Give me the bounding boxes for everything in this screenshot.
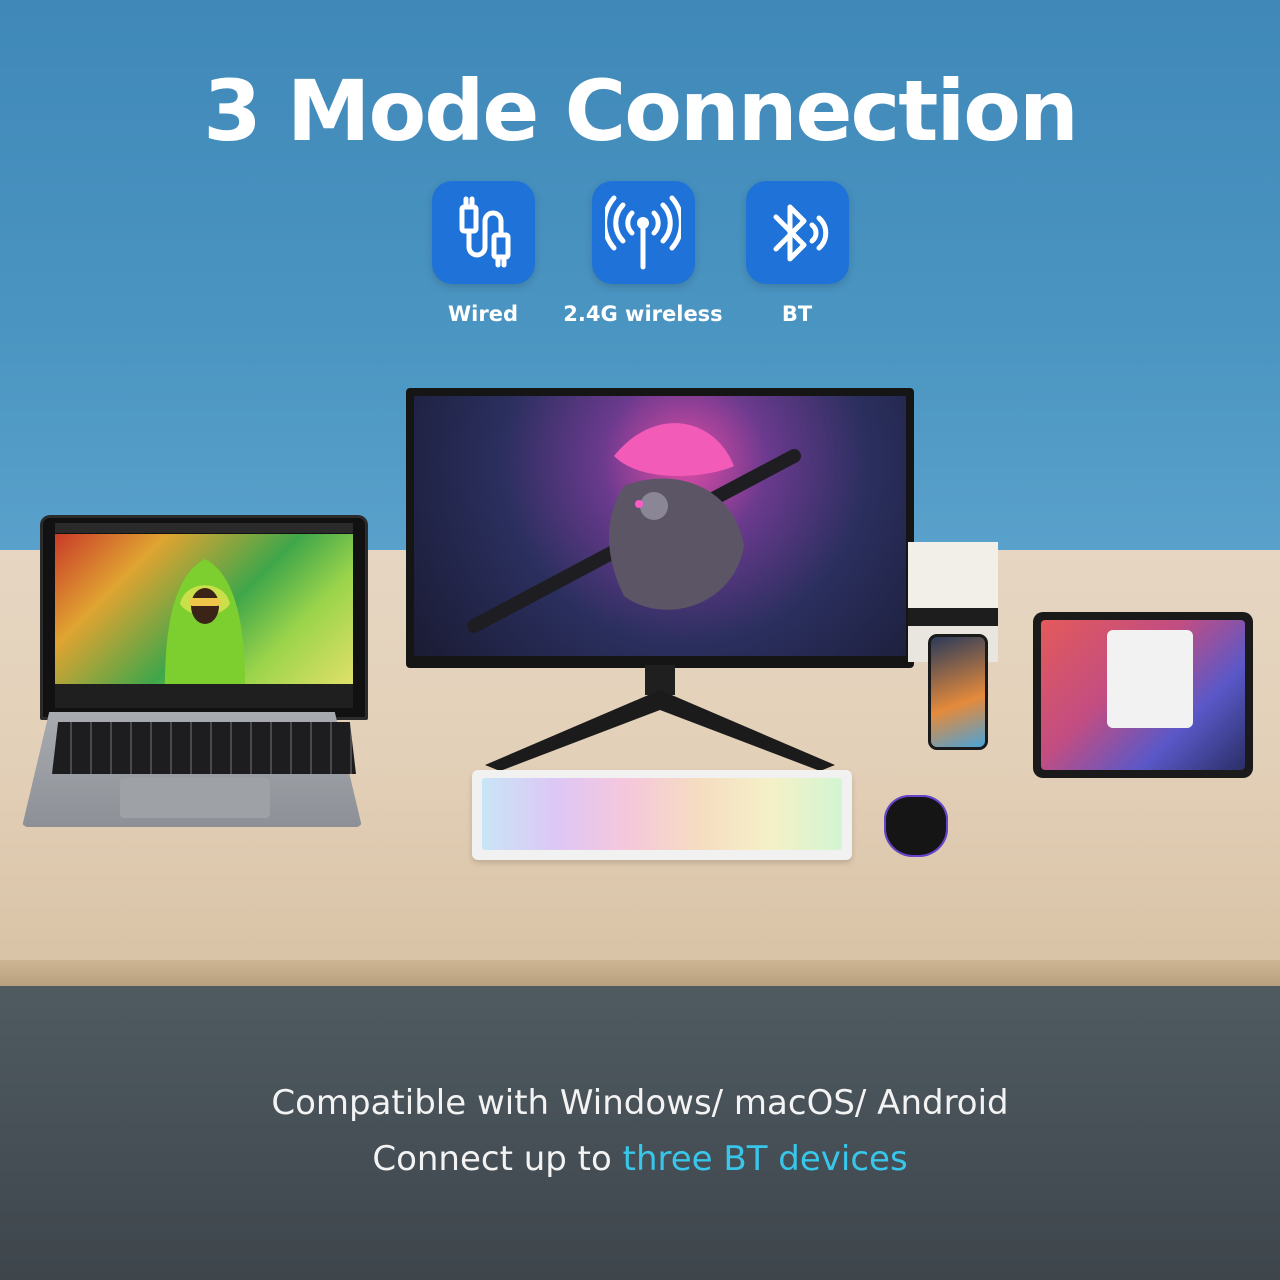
tablet-settings-panel [1107,630,1193,728]
mode-wired: Wired [403,181,563,326]
laptop-display-image [55,534,353,684]
wireless-signal-icon [591,181,695,284]
tablet-display [1041,620,1245,770]
rgb-keyboard [472,770,852,860]
mode-label: Wired [448,302,518,326]
bt-devices-caption: Connect up to three BT devices [0,1139,1280,1179]
mode-bt: BT [717,181,877,326]
desk-edge [0,960,1280,986]
mode-label: BT [781,302,813,326]
monitor-game-image [414,396,906,656]
curved-monitor [406,388,914,668]
monitor-stand [485,665,835,771]
caption-prefix: Connect up to [372,1139,623,1179]
gaming-mouse [884,795,948,857]
laptop-screen [40,515,368,720]
tablet [1033,612,1253,778]
caption-highlight: three BT devices [622,1139,908,1179]
laptop-trackpad [120,778,270,818]
compatibility-caption: Compatible with Windows/ macOS/ Android [271,1083,1009,1123]
bluetooth-icon [745,181,849,284]
usb-cable-icon [431,181,535,284]
page-title: 3 Mode Connection [203,62,1079,160]
footer-panel [0,986,1280,1280]
keyboard-keys [482,778,842,850]
laptop-menubar [55,523,353,533]
laptop-keyboard [52,722,356,774]
mode-wireless: 2.4G wireless [563,181,723,326]
mode-label: 2.4G wireless [563,302,723,326]
laptop-timeline [55,684,353,708]
smartphone [928,634,988,750]
